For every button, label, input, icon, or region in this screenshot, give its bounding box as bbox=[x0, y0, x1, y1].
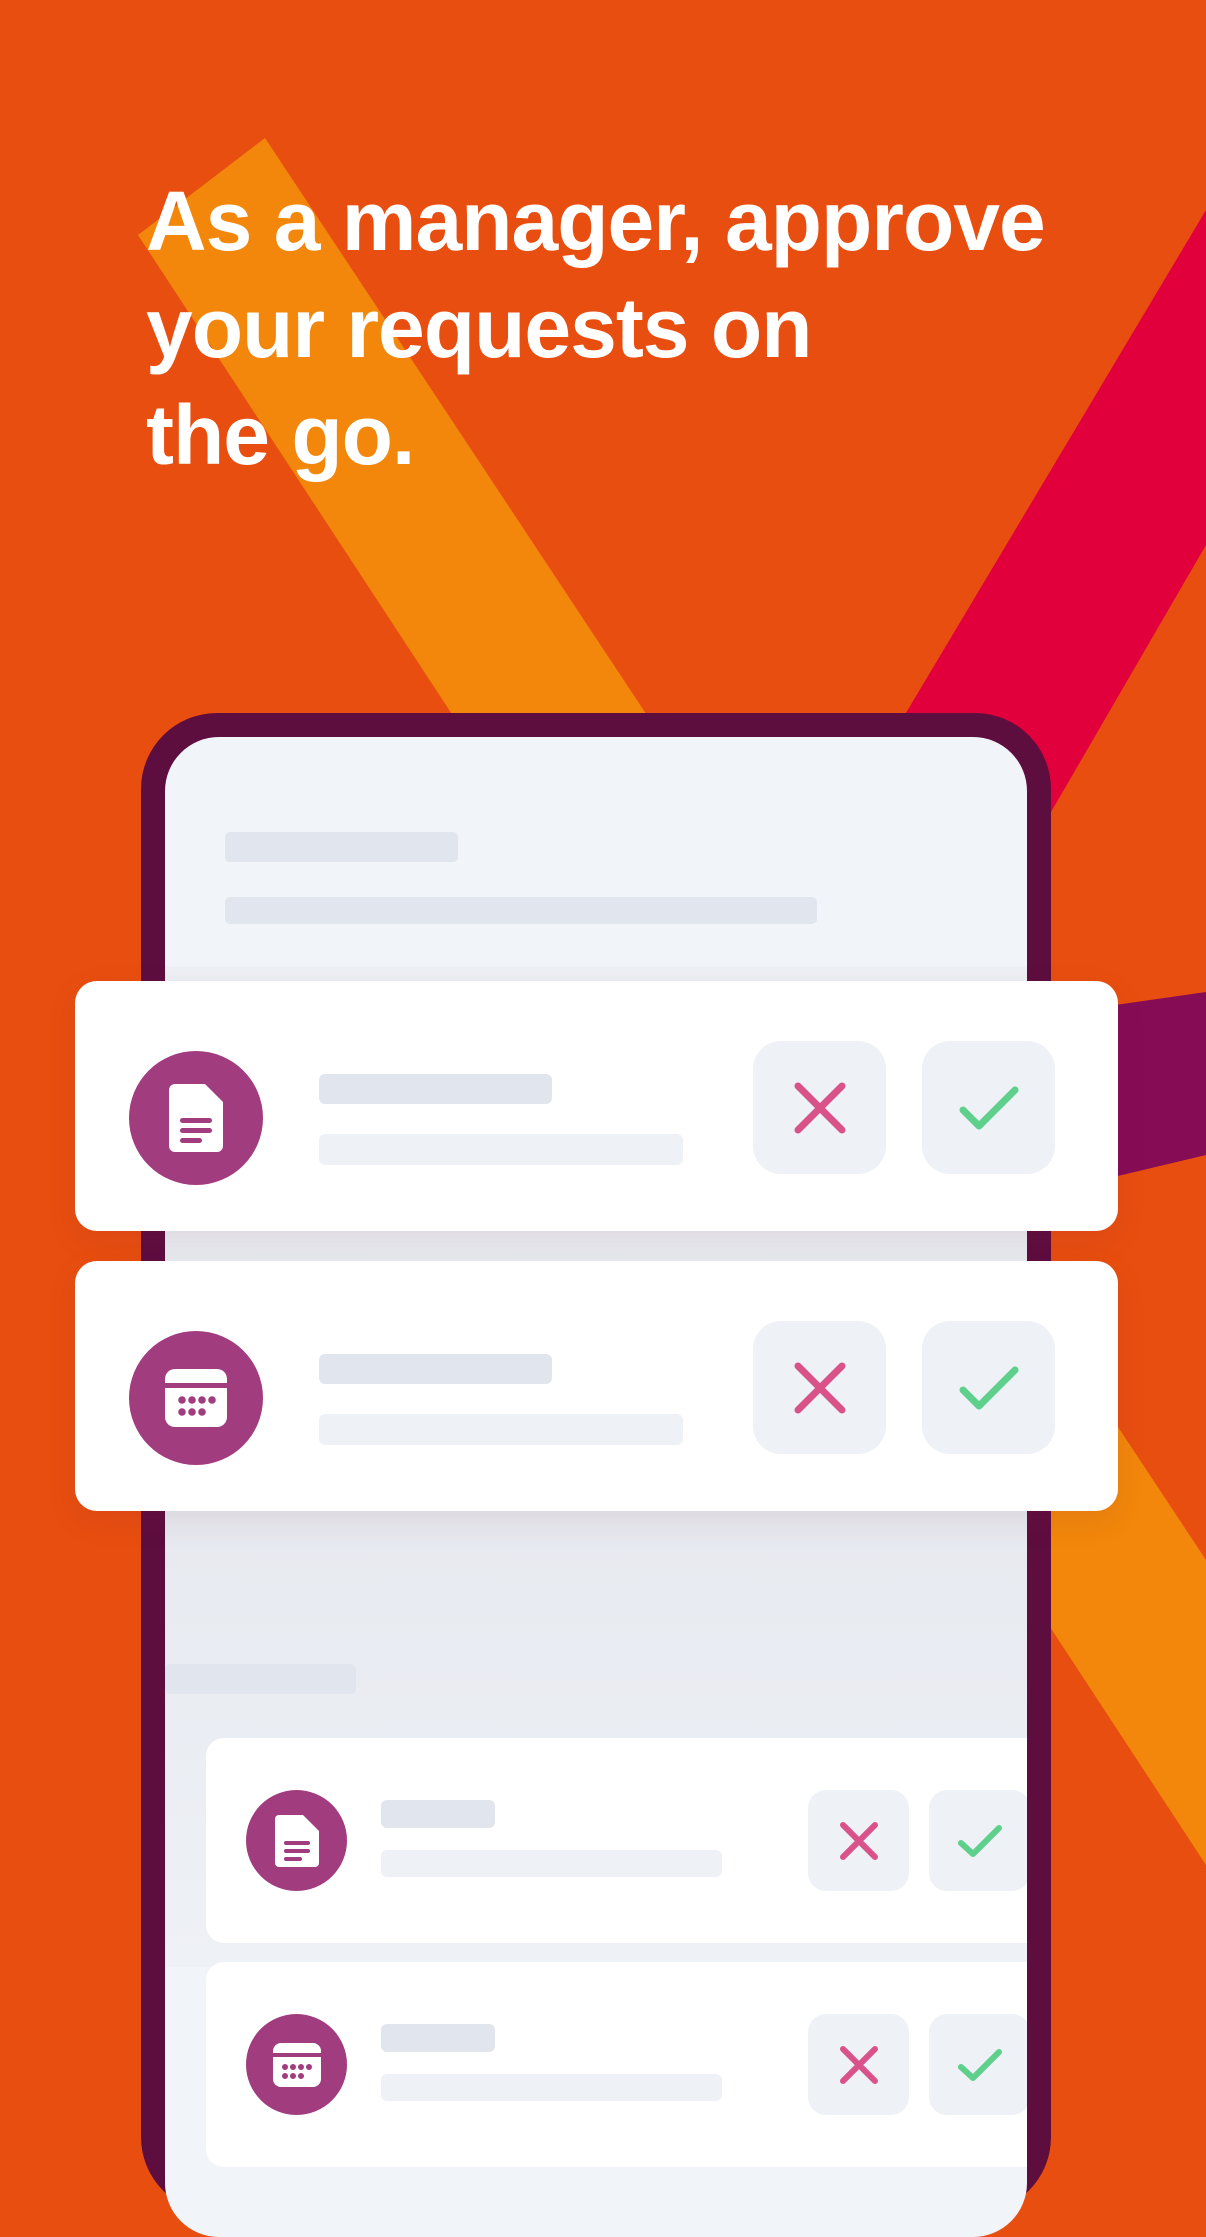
placeholder-line bbox=[381, 1850, 722, 1877]
check-icon bbox=[957, 2048, 1002, 2081]
calendar-icon bbox=[246, 2014, 347, 2115]
placeholder-line bbox=[319, 1414, 683, 1445]
check-icon bbox=[959, 1366, 1018, 1409]
request-card[interactable] bbox=[75, 1261, 1118, 1511]
approve-button[interactable] bbox=[929, 1790, 1027, 1891]
approve-button[interactable] bbox=[922, 1041, 1055, 1174]
reject-button[interactable] bbox=[808, 1790, 909, 1891]
x-icon bbox=[839, 1821, 878, 1860]
placeholder-line bbox=[319, 1354, 552, 1384]
placeholder-line bbox=[381, 1800, 495, 1828]
request-card-small[interactable] bbox=[206, 1962, 1027, 2167]
document-icon bbox=[246, 1790, 347, 1891]
approve-button[interactable] bbox=[922, 1321, 1055, 1454]
headline-line-2: your requests on bbox=[146, 281, 812, 375]
placeholder-line bbox=[319, 1134, 683, 1165]
request-card-small[interactable] bbox=[206, 1738, 1027, 1943]
x-icon bbox=[794, 1082, 845, 1133]
check-icon bbox=[959, 1086, 1018, 1129]
placeholder-line bbox=[319, 1074, 552, 1104]
reject-button[interactable] bbox=[808, 2014, 909, 2115]
approve-button[interactable] bbox=[929, 2014, 1027, 2115]
headline-line-1: As a manager, approve bbox=[146, 174, 1046, 268]
reject-button[interactable] bbox=[753, 1321, 886, 1454]
placeholder-line bbox=[381, 2074, 722, 2101]
x-icon bbox=[839, 2045, 878, 2084]
headline-line-3: the go. bbox=[146, 388, 415, 482]
reject-button[interactable] bbox=[753, 1041, 886, 1174]
request-card[interactable] bbox=[75, 981, 1118, 1231]
placeholder-line bbox=[381, 2024, 495, 2052]
headline: As a manager, approve your requests on t… bbox=[146, 168, 1126, 489]
placeholder-section-title bbox=[165, 1664, 356, 1694]
check-icon bbox=[957, 1824, 1002, 1857]
placeholder-title bbox=[225, 832, 458, 862]
document-icon bbox=[129, 1051, 263, 1185]
calendar-icon bbox=[129, 1331, 263, 1465]
x-icon bbox=[794, 1362, 845, 1413]
placeholder-subtitle bbox=[225, 897, 817, 924]
